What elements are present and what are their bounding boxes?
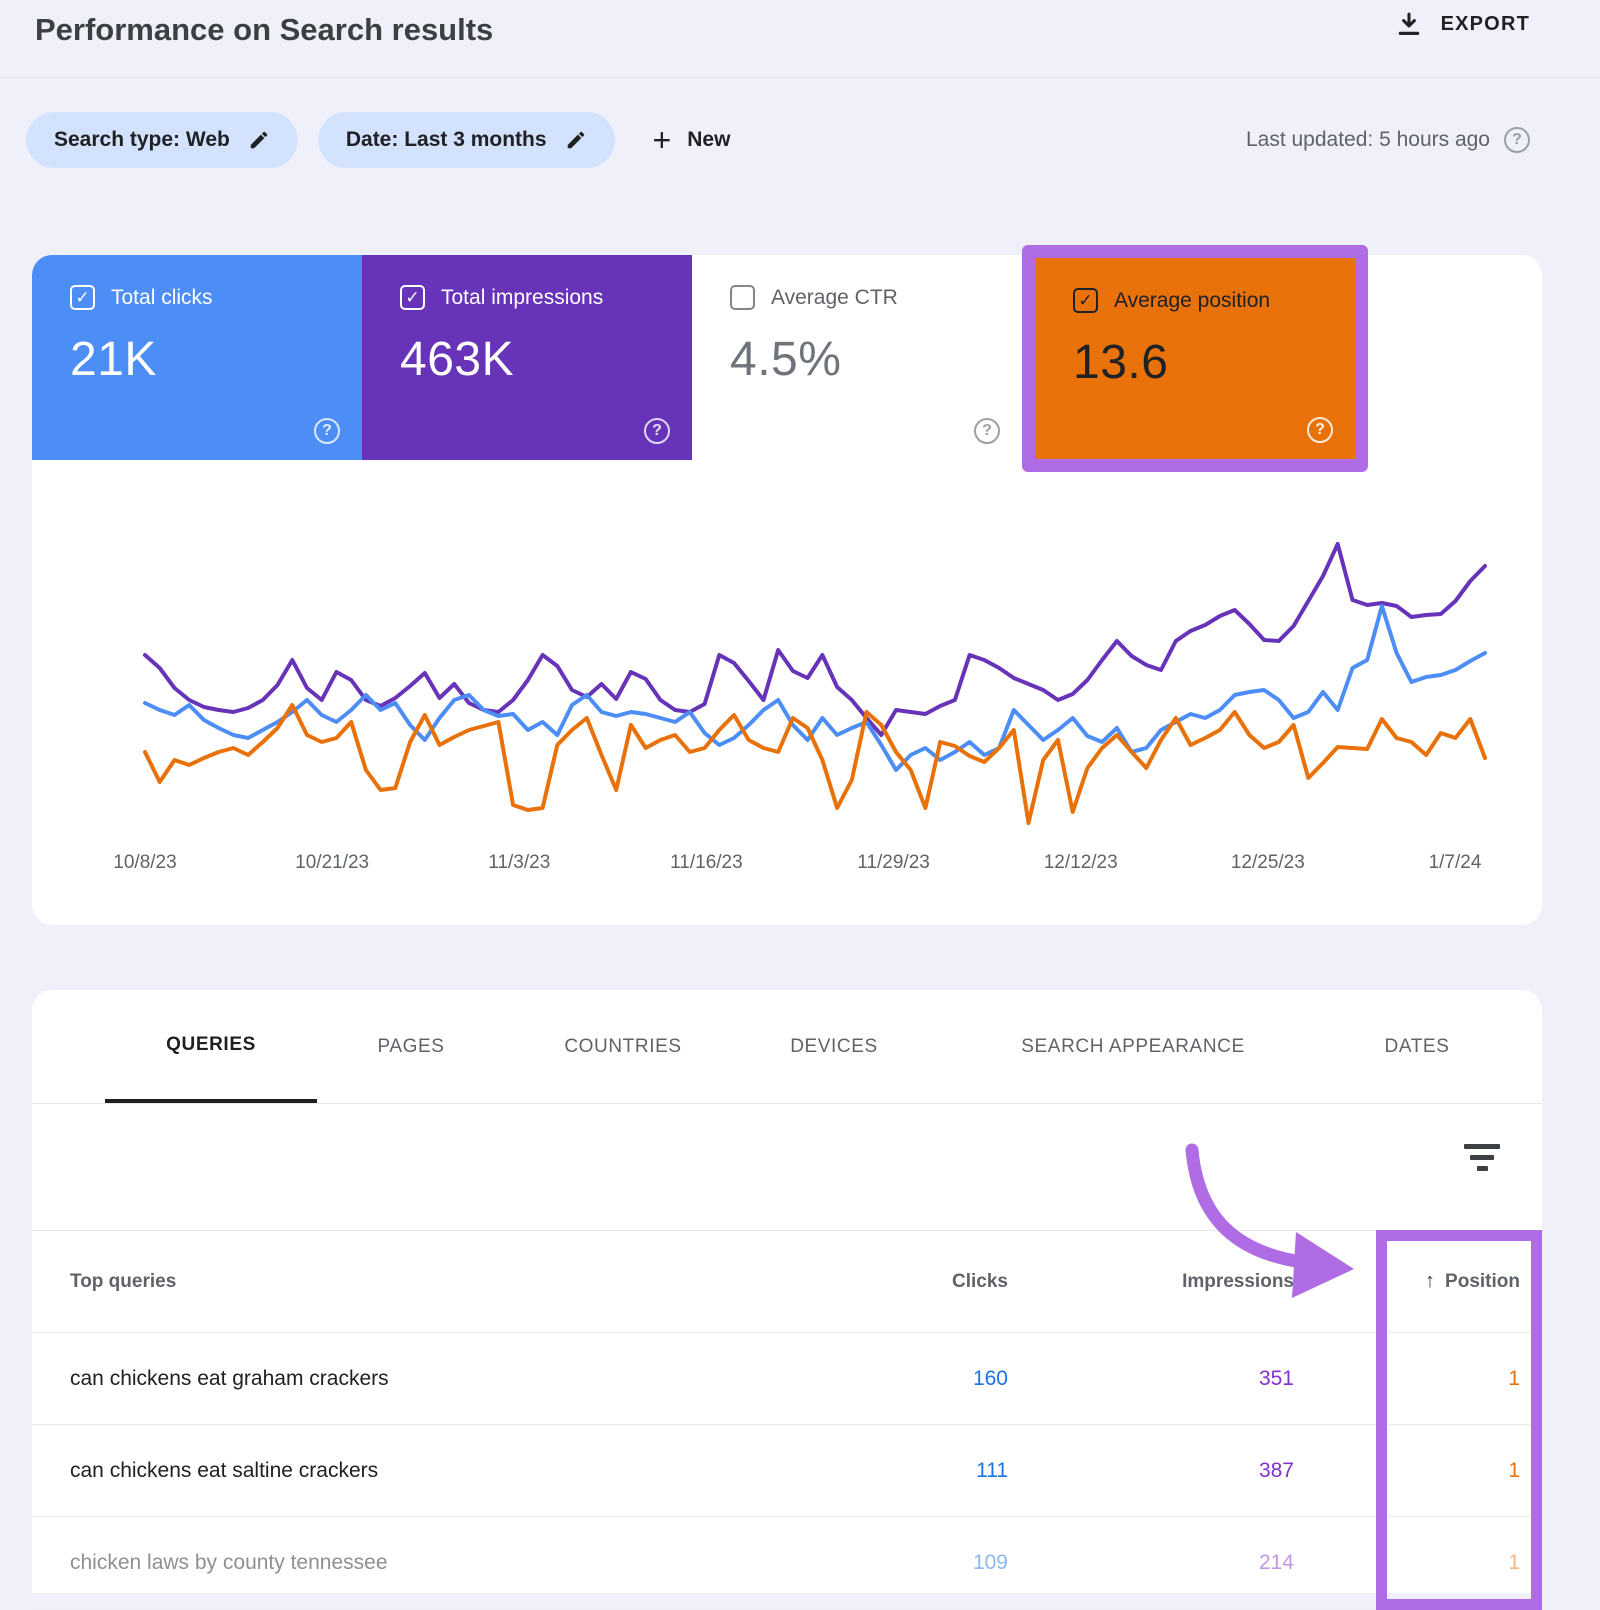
x-axis-label: 11/16/23 — [670, 852, 743, 874]
filters-bar: Search type: Web Date: Last 3 months + N… — [26, 112, 730, 168]
column-header-impressions[interactable]: Impressions — [1008, 1271, 1294, 1293]
export-label: EXPORT — [1441, 13, 1530, 36]
dimension-tabs: QUERIESPAGESCOUNTRIESDEVICESSEARCH APPEA… — [32, 990, 1542, 1104]
average-ctr-card[interactable]: ✓ Average CTR 4.5% ? — [692, 255, 1022, 460]
x-axis-label: 1/7/24 — [1429, 852, 1482, 874]
help-icon[interactable]: ? — [644, 418, 670, 444]
query-cell: chicken laws by county tennessee — [70, 1551, 722, 1575]
x-axis-label: 11/29/23 — [857, 852, 930, 874]
clicks-cell: 160 — [722, 1367, 1008, 1391]
table-toolbar — [32, 1104, 1542, 1230]
impressions-cell: 351 — [1008, 1367, 1294, 1391]
export-button[interactable]: EXPORT — [1395, 10, 1530, 38]
tab-pages[interactable]: PAGES — [317, 990, 505, 1103]
search-type-chip[interactable]: Search type: Web — [26, 112, 298, 168]
x-axis-label: 11/3/23 — [488, 852, 550, 874]
table-row[interactable]: can chickens eat saltine crackers1113871 — [32, 1425, 1542, 1517]
help-icon[interactable]: ? — [1504, 127, 1530, 153]
average-position-card[interactable]: ✓ Average position 13.6 ? — [1035, 258, 1355, 459]
clicks-cell: 111 — [722, 1459, 1008, 1483]
table-row[interactable]: can chickens eat graham crackers1603511 — [32, 1333, 1542, 1425]
table-body: can chickens eat graham crackers1603511c… — [32, 1333, 1542, 1609]
table-header-row: Top queries Clicks Impressions ↑Position — [32, 1230, 1542, 1333]
total-impressions-value: 463K — [400, 332, 692, 387]
query-cell: can chickens eat saltine crackers — [70, 1459, 722, 1483]
date-range-chip[interactable]: Date: Last 3 months — [318, 112, 615, 168]
tab-countries[interactable]: COUNTRIES — [505, 990, 741, 1103]
total-clicks-card[interactable]: ✓ Total clicks 21K ? — [32, 255, 362, 460]
performance-line-chart: 10/8/23 10/21/23 11/3/23 11/16/23 11/29/23 12… — [32, 460, 1542, 925]
performance-chart-panel: ✓ Total clicks 21K ? ✓ Total impressions… — [32, 255, 1542, 925]
total-clicks-label: Total clicks — [111, 286, 213, 310]
page-title: Performance on Search results — [35, 6, 493, 54]
position-cell: 1 — [1294, 1459, 1520, 1483]
sort-ascending-icon: ↑ — [1425, 1270, 1435, 1292]
help-icon[interactable]: ? — [1307, 417, 1333, 443]
x-axis-label: 10/8/23 — [113, 852, 176, 874]
help-icon[interactable]: ? — [314, 418, 340, 444]
total-clicks-value: 21K — [70, 332, 362, 387]
tab-devices[interactable]: DEVICES — [741, 990, 927, 1103]
tab-search-appearance[interactable]: SEARCH APPEARANCE — [927, 990, 1339, 1103]
header-divider — [0, 77, 1600, 78]
column-header-position[interactable]: ↑Position — [1294, 1270, 1520, 1293]
date-range-chip-label: Date: Last 3 months — [346, 128, 547, 152]
edit-pencil-icon — [248, 129, 270, 151]
search-type-chip-label: Search type: Web — [54, 128, 230, 152]
clicks-cell: 109 — [722, 1551, 1008, 1575]
metric-cards-row: ✓ Total clicks 21K ? ✓ Total impressions… — [32, 255, 1542, 460]
new-filter-button[interactable]: + New — [653, 124, 731, 156]
position-cell: 1 — [1294, 1551, 1520, 1575]
x-axis-label: 12/12/23 — [1044, 852, 1118, 874]
total-clicks-checkbox[interactable]: ✓ — [70, 285, 95, 310]
last-updated-label: Last updated: 5 hours ago — [1246, 128, 1490, 152]
last-updated: Last updated: 5 hours ago ? — [1246, 112, 1530, 168]
edit-pencil-icon — [565, 129, 587, 151]
download-icon — [1395, 10, 1423, 38]
impressions-cell: 387 — [1008, 1459, 1294, 1483]
queries-table: Top queries Clicks Impressions ↑Position… — [32, 1230, 1542, 1609]
query-cell: can chickens eat graham crackers — [70, 1367, 722, 1391]
column-header-top-queries[interactable]: Top queries — [70, 1271, 722, 1293]
total-impressions-checkbox[interactable]: ✓ — [400, 285, 425, 310]
tab-queries[interactable]: QUERIES — [105, 990, 317, 1103]
position-cell: 1 — [1294, 1367, 1520, 1391]
average-ctr-checkbox[interactable]: ✓ — [730, 285, 755, 310]
x-axis-label: 12/25/23 — [1231, 852, 1305, 874]
chart-canvas — [32, 460, 1542, 925]
table-row[interactable]: chicken laws by county tennessee1092141 — [32, 1517, 1542, 1609]
average-position-checkbox[interactable]: ✓ — [1073, 288, 1098, 313]
filter-icon[interactable] — [1464, 1144, 1500, 1171]
average-ctr-value: 4.5% — [730, 332, 1022, 387]
average-position-value: 13.6 — [1073, 335, 1355, 390]
x-axis-label: 10/21/23 — [295, 852, 369, 874]
plus-icon: + — [653, 124, 672, 156]
average-ctr-label: Average CTR — [771, 286, 898, 310]
total-impressions-card[interactable]: ✓ Total impressions 463K ? — [362, 255, 692, 460]
total-impressions-label: Total impressions — [441, 286, 603, 310]
results-table-panel: QUERIESPAGESCOUNTRIESDEVICESSEARCH APPEA… — [32, 990, 1542, 1593]
column-header-clicks[interactable]: Clicks — [722, 1271, 1008, 1293]
tab-dates[interactable]: DATES — [1339, 990, 1495, 1103]
average-position-label: Average position — [1114, 289, 1270, 313]
series-average-position — [145, 705, 1485, 823]
impressions-cell: 214 — [1008, 1551, 1294, 1575]
average-position-highlight-frame: ✓ Average position 13.6 ? — [1022, 245, 1368, 472]
help-icon[interactable]: ? — [974, 418, 1000, 444]
new-filter-label: New — [687, 128, 730, 152]
